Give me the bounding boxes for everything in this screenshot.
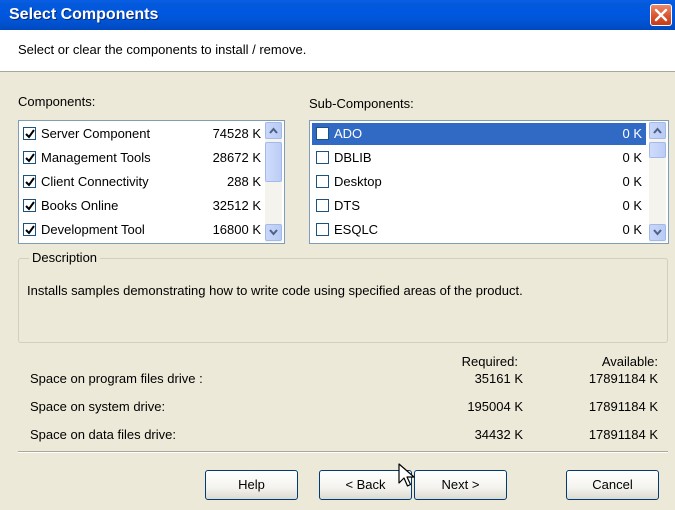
checkbox[interactable] [23,151,36,164]
component-size: 288 K [227,174,261,189]
scroll-down-button[interactable] [649,224,666,241]
subcomponent-item[interactable]: Desktop 0 K [312,170,646,194]
checkbox[interactable] [23,127,36,140]
scroll-down-button[interactable] [265,224,282,241]
subcomponent-size: 0 K [622,150,642,165]
space-label: Space on program files drive : [30,371,203,386]
component-size: 32512 K [212,198,261,213]
space-available: 17891184 K [588,399,658,414]
subcomponent-name: DBLIB [334,150,372,165]
checkmark-icon [25,225,35,235]
checkbox[interactable] [316,199,329,212]
space-row-system: Space on system drive: 195004 K 17891184… [30,399,658,417]
checkmark-icon [25,177,35,187]
space-label: Space on data files drive: [30,427,176,442]
components-list[interactable]: Server Component 74528 K Management Tool… [18,120,285,244]
component-name: Server Component [41,126,151,141]
mouse-pointer-icon [398,463,415,487]
required-header: Required: [461,354,518,369]
subcomponent-size: 0 K [622,174,642,189]
subcomponent-item[interactable]: DTS 0 K [312,194,646,218]
components-scrollbar[interactable] [265,122,282,242]
subcomponent-name: Desktop [334,174,382,189]
description-text: Installs samples demonstrating how to wr… [27,283,523,298]
component-item[interactable]: Development Tool 16800 K [21,218,263,242]
available-header: Available: [601,354,658,369]
space-required: 35161 K [474,371,523,386]
scroll-up-arrow-icon [269,127,278,134]
next-button[interactable]: Next > [414,470,507,500]
description-group: Description Installs samples demonstrati… [18,250,668,343]
subcomponent-name: ADO [334,126,363,141]
checkbox[interactable] [23,175,36,188]
instruction-text: Select or clear the components to instal… [18,42,307,57]
space-available: 17891184 K [588,427,658,442]
close-button[interactable] [650,4,672,26]
window-title: Select Components [9,6,159,23]
subcomponent-name: DTS [334,198,360,213]
component-item[interactable]: Client Connectivity 288 K [21,170,263,194]
scroll-down-arrow-icon [653,229,662,236]
scroll-up-button[interactable] [649,122,666,139]
checkbox[interactable] [316,223,329,236]
close-icon [654,8,668,22]
component-item[interactable]: Management Tools 28672 K [21,146,263,170]
space-required: 195004 K [467,399,523,414]
components-label: Components: [18,94,96,109]
component-name: Client Connectivity [41,174,149,189]
component-name: Management Tools [41,150,151,165]
subcomponent-item[interactable]: ESQLC 0 K [312,218,646,242]
checkmark-icon [25,129,35,139]
space-label: Space on system drive: [30,399,166,414]
header-area: Select or clear the components to instal… [0,30,675,72]
space-available: 17891184 K [588,371,658,386]
scroll-up-button[interactable] [265,122,282,139]
scroll-thumb[interactable] [265,142,282,182]
component-name: Books Online [41,198,119,213]
subcomponents-label: Sub-Components: [309,96,414,111]
subcomponent-size: 0 K [622,222,642,237]
subcomponent-item[interactable]: DBLIB 0 K [312,146,646,170]
subcomponents-scrollbar[interactable] [649,122,666,242]
scroll-thumb[interactable] [649,142,666,158]
component-size: 16800 K [212,222,261,237]
checkbox[interactable] [23,199,36,212]
checkbox[interactable] [316,151,329,164]
description-legend: Description [29,250,101,265]
subcomponent-name: ESQLC [334,222,379,237]
space-required: 34432 K [474,427,523,442]
title-bar: Select Components [0,0,675,30]
checkbox[interactable] [316,127,329,140]
subcomponent-size: 0 K [622,126,642,141]
subcomponents-list[interactable]: ADO 0 K DBLIB 0 K Desktop 0 K DTS 0 K ES… [309,120,669,244]
space-row-program-files: Space on program files drive : 35161 K 1… [30,371,658,389]
help-button[interactable]: Help [205,470,298,500]
component-item[interactable]: Books Online 32512 K [21,194,263,218]
checkbox[interactable] [23,223,36,236]
subcomponent-item[interactable]: ADO 0 K [312,122,646,146]
cancel-button[interactable]: Cancel [566,470,659,500]
scroll-up-arrow-icon [653,127,662,134]
component-size: 28672 K [212,150,261,165]
scroll-down-arrow-icon [269,229,278,236]
component-size: 74528 K [212,126,261,141]
component-name: Development Tool [41,222,145,237]
separator [18,451,668,453]
checkmark-icon [25,201,35,211]
checkbox[interactable] [316,175,329,188]
component-item[interactable]: Server Component 74528 K [21,122,263,146]
space-row-data-files: Space on data files drive: 34432 K 17891… [30,427,658,445]
checkmark-icon [25,153,35,163]
subcomponent-size: 0 K [622,198,642,213]
